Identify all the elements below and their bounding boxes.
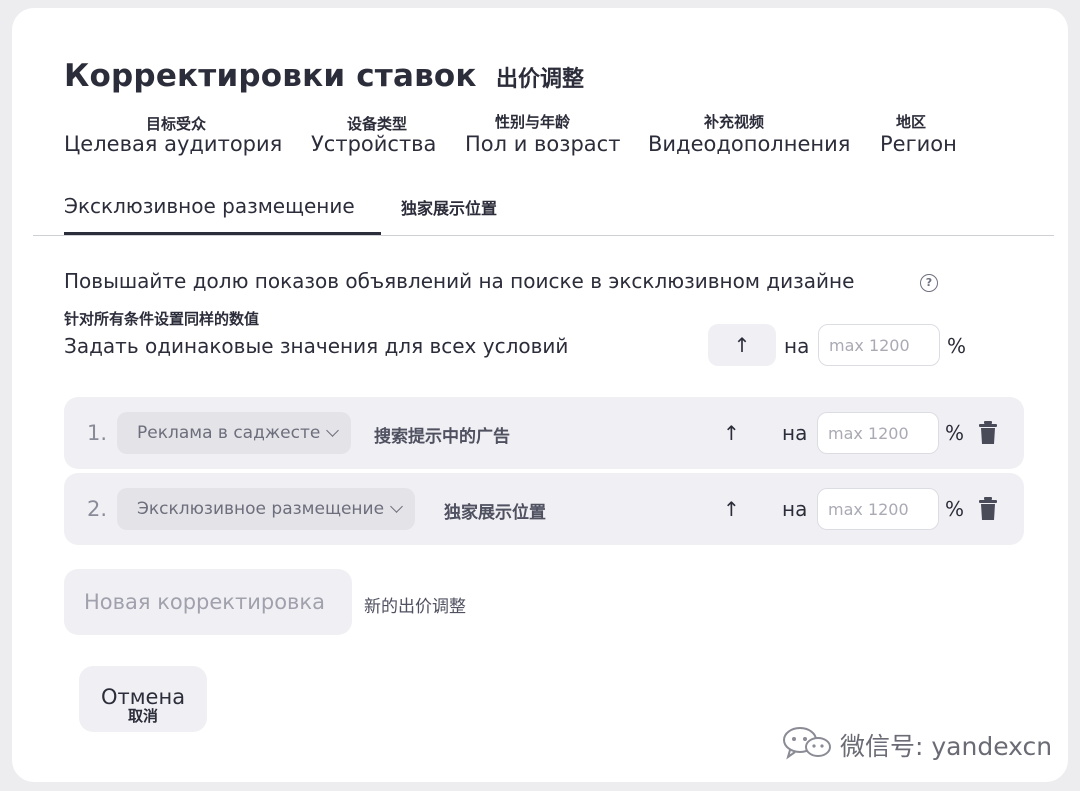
row-1-percent-unit: % bbox=[945, 421, 965, 445]
new-adjustment-cn: 新的出价调整 bbox=[364, 597, 466, 617]
cancel-label-cn: 取消 bbox=[127, 707, 158, 725]
same-values-na-label: на bbox=[784, 334, 810, 358]
row-2-condition-select[interactable]: Эксклюзивное размещение bbox=[117, 488, 416, 530]
tabs-divider bbox=[33, 235, 1054, 236]
row-2-condition-value: Эксклюзивное размещение bbox=[137, 499, 385, 519]
tab-devices-cn: 设备类型 bbox=[347, 115, 408, 133]
tab-gender-age-cn: 性别与年龄 bbox=[495, 113, 571, 131]
wechat-icon bbox=[783, 727, 831, 760]
row-2-direction-button[interactable]: ↑ bbox=[723, 497, 740, 521]
row-1-condition-value: Реклама в саджесте bbox=[137, 423, 321, 443]
page-title: Корректировки ставок bbox=[64, 58, 477, 94]
row-1-condition-cn: 搜索提示中的广告 bbox=[374, 427, 510, 447]
watermark-text: 微信号: yandexcn bbox=[840, 732, 1053, 761]
bid-adjustments-panel: Корректировки ставок 出价调整 目标受众 Целевая а… bbox=[12, 8, 1068, 782]
row-1-na-label: на bbox=[782, 421, 808, 445]
tab-video-cn: 补充视频 bbox=[704, 113, 765, 131]
new-adjustment-button[interactable]: Новая корректировка bbox=[64, 569, 352, 635]
tab-video[interactable]: Видеодополнения bbox=[648, 132, 850, 156]
tab-region[interactable]: Регион bbox=[880, 132, 957, 156]
cancel-button[interactable]: Отмена 取消 bbox=[79, 666, 207, 732]
same-values-direction-button[interactable]: ↑ bbox=[708, 324, 776, 366]
tab-audience[interactable]: Целевая аудитория bbox=[64, 132, 282, 156]
row-1-percent-input[interactable] bbox=[817, 412, 939, 454]
same-values-label: Задать одинаковые значения для всех усло… bbox=[64, 334, 569, 358]
help-icon[interactable]: ? bbox=[920, 274, 938, 292]
row-1-trash-icon[interactable] bbox=[978, 421, 998, 445]
description-text: Повышайте долю показов объявлений на пои… bbox=[64, 269, 855, 293]
row-2-percent-unit: % bbox=[945, 497, 965, 521]
row-2-number: 2. bbox=[87, 497, 108, 521]
tab-audience-cn: 目标受众 bbox=[146, 115, 207, 133]
page-title-cn: 出价调整 bbox=[496, 67, 585, 92]
tab-region-cn: 地区 bbox=[896, 113, 927, 131]
row-2-condition-cn: 独家展示位置 bbox=[444, 503, 546, 523]
row-1-number: 1. bbox=[87, 421, 108, 445]
tab-exclusive-placement[interactable]: Эксклюзивное размещение bbox=[64, 194, 355, 218]
chevron-down-icon bbox=[326, 424, 340, 437]
row-2-na-label: на bbox=[782, 497, 808, 521]
tab-gender-age[interactable]: Пол и возраст bbox=[465, 132, 620, 156]
same-values-cn: 针对所有条件设置同样的数值 bbox=[64, 310, 260, 328]
tab-exclusive-placement-cn: 独家展示位置 bbox=[401, 199, 498, 218]
row-2-percent-input[interactable] bbox=[817, 488, 939, 530]
same-values-percent-input[interactable] bbox=[818, 324, 940, 366]
row-1-condition-select[interactable]: Реклама в саджесте bbox=[117, 412, 352, 454]
chevron-down-icon bbox=[390, 500, 403, 513]
tab-devices[interactable]: Устройства bbox=[311, 132, 436, 156]
row-1-direction-button[interactable]: ↑ bbox=[723, 421, 740, 445]
cancel-label: Отмена bbox=[100, 685, 186, 709]
same-values-percent-unit: % bbox=[947, 334, 967, 358]
row-2-trash-icon[interactable] bbox=[978, 497, 998, 521]
